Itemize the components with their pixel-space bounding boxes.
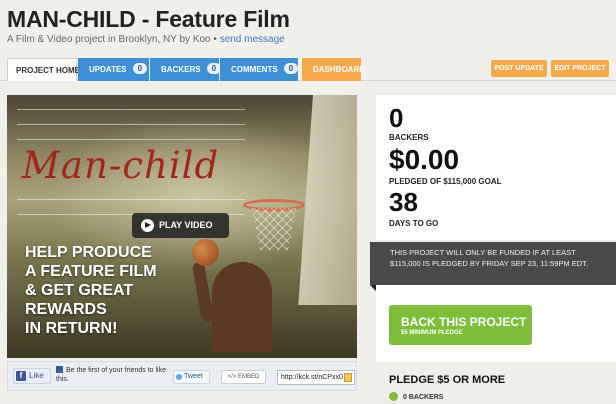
embed-button[interactable]: </> EMBED xyxy=(221,370,266,384)
comments-count-badge: 0 xyxy=(283,63,299,74)
facebook-icon: f xyxy=(16,371,26,381)
basketball-image xyxy=(192,239,219,266)
paper-line xyxy=(17,199,245,200)
embed-icon: </> xyxy=(227,374,237,380)
project-subtitle: A Film & Video project in Brooklyn, NY b… xyxy=(7,34,285,45)
pledged-goal-label: PLEDGED OF $115,000 GOAL xyxy=(389,177,502,186)
overlay-line: REWARDS xyxy=(25,301,107,318)
tweet-label: Tweet xyxy=(184,373,203,380)
player-image xyxy=(212,262,272,352)
minimum-pledge-label: $5 MINIMUM PLEDGE xyxy=(401,330,463,336)
reward-title[interactable]: PLEDGE $5 OR MORE xyxy=(389,374,505,386)
reward-backers: 0 BACKERS xyxy=(389,392,443,401)
copy-icon[interactable] xyxy=(344,373,352,382)
overlay-line: & GET GREAT xyxy=(25,282,134,299)
tab-comments[interactable]: COMMENTS 0 xyxy=(220,58,299,81)
short-url-field[interactable]: http://kck.st/nCPxx0 xyxy=(277,370,355,385)
fb-text-content: Be the first of your friends to like thi… xyxy=(56,367,166,383)
funding-notice: THIS PROJECT WILL ONLY BE FUNDED IF AT L… xyxy=(370,242,616,291)
tab-label: PROJECT HOME xyxy=(16,66,81,75)
reward-backers-count: 0 BACKERS xyxy=(403,394,444,401)
project-title: MAN-CHILD - Feature Film xyxy=(7,6,290,32)
facebook-like-button[interactable]: f Like xyxy=(13,368,51,384)
tab-dashboard[interactable]: DASHBOARD xyxy=(302,58,365,81)
project-stats-panel: 0 BACKERS $0.00 PLEDGED OF $115,000 GOAL… xyxy=(376,95,616,240)
video-handwritten-title: Man-child xyxy=(22,144,220,187)
tab-project-home[interactable]: PROJECT HOME xyxy=(7,58,81,81)
send-message-link[interactable]: send message xyxy=(220,34,285,45)
updates-count-badge: 0 xyxy=(132,63,148,74)
paper-line xyxy=(17,124,245,125)
subtitle-text: A Film & Video project in Brooklyn, NY b… xyxy=(7,34,220,45)
overlay-line: IN RETURN! xyxy=(25,320,118,337)
facebook-small-icon xyxy=(56,366,63,373)
tab-label: DASHBOARD xyxy=(313,65,365,74)
back-this-project-button[interactable]: BACK THIS PROJECT $5 MINIMUM PLEDGE xyxy=(389,305,532,345)
overlay-line: A FEATURE FILM xyxy=(25,263,157,280)
paper-line xyxy=(17,109,245,110)
like-label: Like xyxy=(29,371,44,380)
days-to-go-count: 38 xyxy=(389,187,418,217)
tab-label: BACKERS xyxy=(161,65,201,74)
facebook-like-text: Be the first of your friends to like thi… xyxy=(56,366,166,384)
post-update-button[interactable]: POST UPDATE xyxy=(491,60,547,77)
tab-updates[interactable]: UPDATES 0 xyxy=(78,58,149,81)
share-bar: f Like Be the first of your friends to l… xyxy=(7,361,357,391)
overlay-line: HELP PRODUCE xyxy=(25,244,152,261)
days-to-go-label: DAYS TO GO xyxy=(389,219,439,228)
play-video-button[interactable]: PLAY VIDEO xyxy=(132,213,229,238)
edit-project-button[interactable]: EDIT PROJECT xyxy=(551,60,609,77)
tab-label: COMMENTS xyxy=(231,65,278,74)
backboard-image xyxy=(298,95,357,305)
paper-line xyxy=(17,139,245,140)
tweet-button[interactable]: Tweet xyxy=(173,370,210,384)
play-icon xyxy=(141,219,154,232)
tab-backers[interactable]: BACKERS 0 xyxy=(150,58,222,81)
backers-count-badge: 0 xyxy=(206,63,222,74)
short-url-text: http://kck.st/nCPxx0 xyxy=(281,374,343,381)
video-overlay-text: HELP PRODUCE A FEATURE FILM & GET GREAT … xyxy=(25,243,195,338)
pledged-amount: $0.00 xyxy=(389,144,460,175)
embed-label: EMBED xyxy=(238,374,260,380)
twitter-icon xyxy=(176,374,182,380)
back-button-label: BACK THIS PROJECT xyxy=(401,315,527,329)
backers-count: 0 xyxy=(389,103,404,133)
backer-icon xyxy=(389,392,398,401)
backers-label: BACKERS xyxy=(389,133,429,142)
play-video-label: PLAY VIDEO xyxy=(159,220,213,230)
tab-label: UPDATES xyxy=(89,65,127,74)
